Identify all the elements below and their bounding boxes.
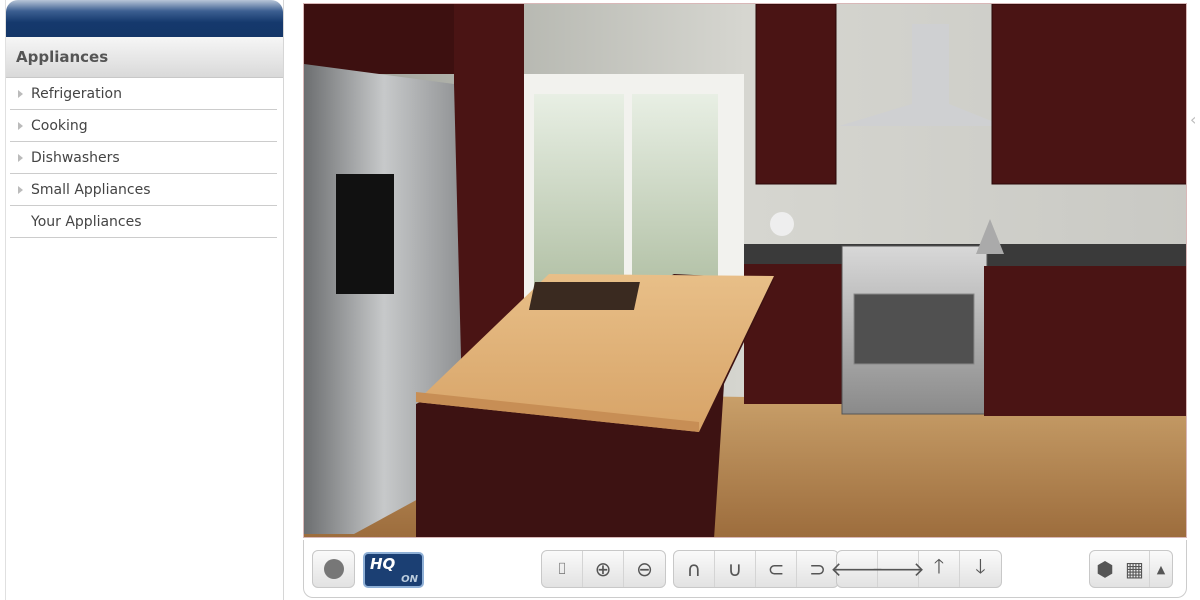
kitchen-render (304, 4, 1186, 537)
zoom-out-icon[interactable]: ⊖ (624, 551, 665, 587)
arrow-down-icon[interactable]: 🡓 (960, 551, 1001, 587)
arrow-up-icon[interactable]: 🡑 (919, 551, 960, 587)
zoom-group: ⌷ ⊕ ⊖ (541, 550, 666, 588)
sidebar: Appliances Refrigeration Cooking Dishwas… (5, 0, 284, 600)
sidebar-item-label: Cooking (31, 118, 88, 134)
sidebar-header-bar (6, 0, 283, 37)
expand-up-icon[interactable]: ▲ (1150, 551, 1172, 587)
expand-arrow-icon (18, 122, 23, 130)
view-mode-group: ⬢ ▦ ▲ (1089, 550, 1173, 588)
record-icon (313, 551, 354, 587)
tilt-up-icon[interactable]: ∩ (674, 551, 715, 587)
collapse-chevron-icon[interactable]: ‹ (1190, 110, 1196, 129)
3d-kitchen-viewport[interactable] (303, 3, 1187, 538)
sidebar-item-your-appliances[interactable]: Your Appliances (10, 206, 277, 238)
expand-arrow-icon (18, 154, 23, 162)
arrow-right-icon[interactable]: 🡒 (871, 551, 925, 587)
sidebar-item-label: Refrigeration (31, 86, 122, 102)
rotate-group: ∩ ∪ ⊂ ⊃ (673, 550, 839, 588)
pan-group: 🡐 🡒 🡑 🡓 (830, 550, 1002, 588)
sidebar-item-dishwashers[interactable]: Dishwashers (10, 142, 277, 174)
sidebar-item-label: Small Appliances (31, 182, 151, 198)
fit-view-icon[interactable]: ⌷ (542, 551, 583, 587)
sidebar-item-refrigeration[interactable]: Refrigeration (10, 78, 277, 110)
floor-plan-grid-icon[interactable]: ▦ (1120, 551, 1150, 587)
tilt-down-icon[interactable]: ∪ (715, 551, 756, 587)
expand-arrow-icon (18, 186, 23, 194)
record-button[interactable] (312, 550, 355, 588)
sidebar-item-label: Dishwashers (31, 150, 120, 166)
hq-toggle-button[interactable]: HQ ON (363, 552, 424, 588)
hq-state: ON (401, 574, 418, 585)
sidebar-item-small-appliances[interactable]: Small Appliances (10, 174, 277, 206)
hq-label: HQ (370, 555, 396, 573)
sidebar-item-cooking[interactable]: Cooking (10, 110, 277, 142)
view-toolbar: HQ ON ⌷ ⊕ ⊖ ∩ ∪ ⊂ ⊃ 🡐 🡒 🡑 🡓 ⬢ ▦ ▲ (303, 540, 1187, 598)
sidebar-title: Appliances (6, 37, 283, 78)
rotate-left-icon[interactable]: ⊂ (756, 551, 797, 587)
3d-view-icon[interactable]: ⬢ (1090, 551, 1120, 587)
zoom-in-icon[interactable]: ⊕ (583, 551, 624, 587)
expand-arrow-icon (18, 90, 23, 98)
sidebar-item-label: Your Appliances (31, 214, 142, 230)
